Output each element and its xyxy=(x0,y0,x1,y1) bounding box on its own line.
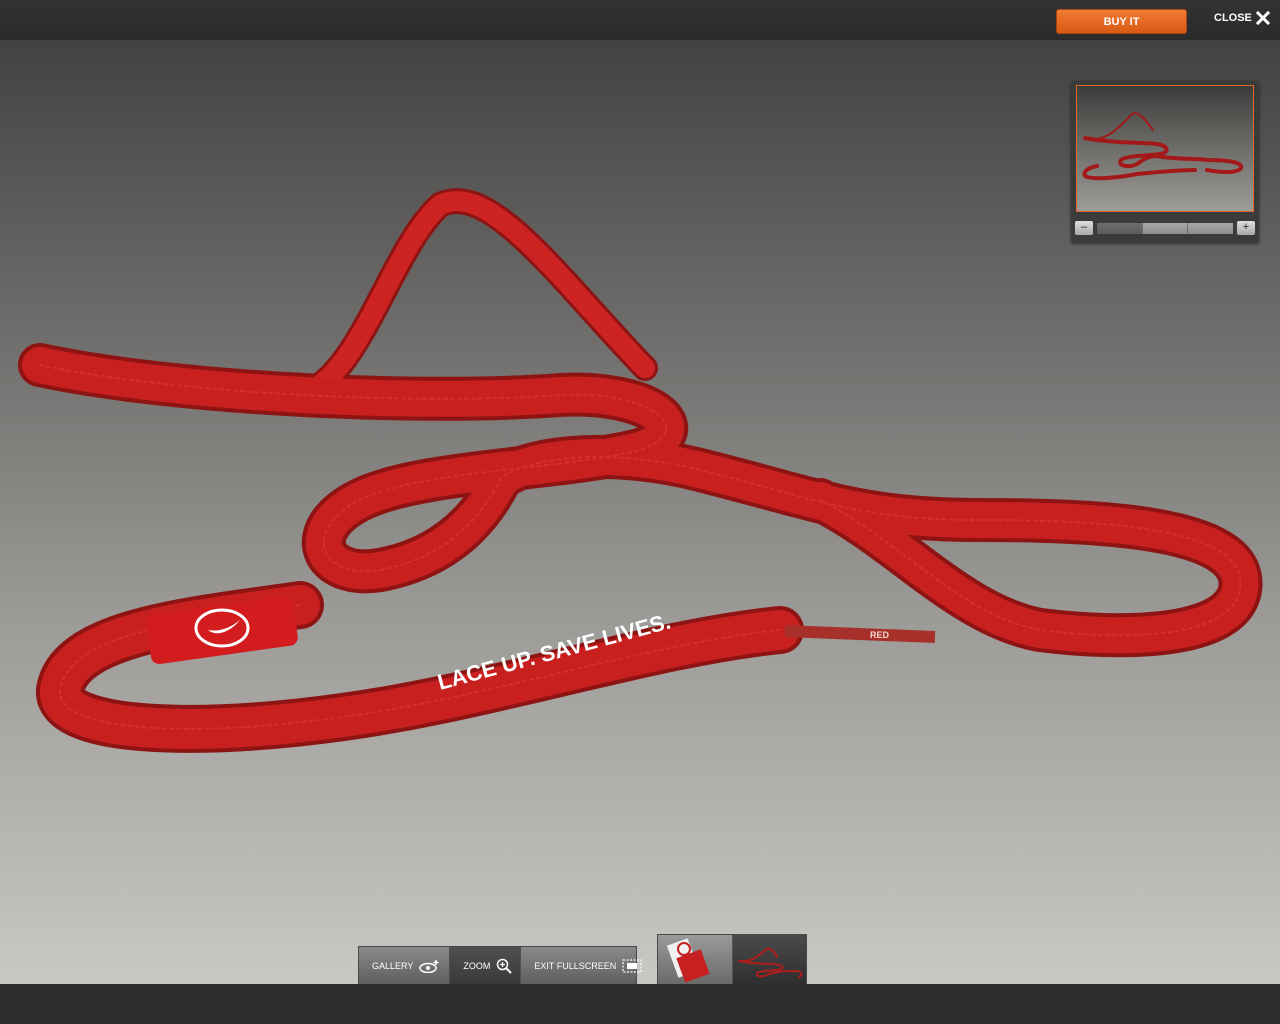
buy-it-button[interactable]: BUY IT xyxy=(1056,9,1187,34)
bottom-bar xyxy=(0,984,1280,1024)
zoom-in-button[interactable]: + xyxy=(1237,221,1255,235)
close-button[interactable]: CLOSE xyxy=(1214,9,1270,27)
viewer-toolbar: GALLERY ZOOM EXIT FULLSCREEN xyxy=(358,946,642,984)
zoom-track-divider xyxy=(1142,223,1143,234)
zoom-icon xyxy=(497,958,513,974)
zoom-button[interactable]: ZOOM xyxy=(450,947,522,984)
exit-fullscreen-icon xyxy=(622,958,642,973)
zoom-out-button[interactable]: – xyxy=(1075,221,1093,235)
exit-fullscreen-button[interactable]: EXIT FULLSCREEN xyxy=(521,947,650,984)
product-viewer[interactable]: LACE UP. SAVE LIVES. RED – + GALLERY ZOO… xyxy=(0,40,1280,984)
close-icon xyxy=(1255,11,1270,25)
zoom-slider[interactable]: – + xyxy=(1075,221,1255,235)
gallery-button[interactable]: GALLERY xyxy=(359,947,451,984)
gallery-icon xyxy=(419,959,439,973)
thumbnail-lace[interactable] xyxy=(732,935,806,984)
zoom-label: ZOOM xyxy=(463,960,491,971)
navigator-panel: – + xyxy=(1071,81,1259,243)
zoom-track-divider xyxy=(1187,223,1188,234)
gallery-label: GALLERY xyxy=(372,960,414,971)
close-label: CLOSE xyxy=(1214,12,1252,24)
navigator-thumbnail[interactable] xyxy=(1076,85,1254,212)
thumbnail-packaging[interactable] xyxy=(658,935,733,984)
zoom-slider-handle[interactable] xyxy=(1097,223,1142,234)
top-bar: BUY IT CLOSE xyxy=(0,0,1280,40)
gallery-thumbnails xyxy=(657,934,807,984)
aglet-print-text: RED xyxy=(870,630,890,640)
exit-fullscreen-label: EXIT FULLSCREEN xyxy=(534,960,617,971)
zoom-track[interactable] xyxy=(1097,223,1233,234)
